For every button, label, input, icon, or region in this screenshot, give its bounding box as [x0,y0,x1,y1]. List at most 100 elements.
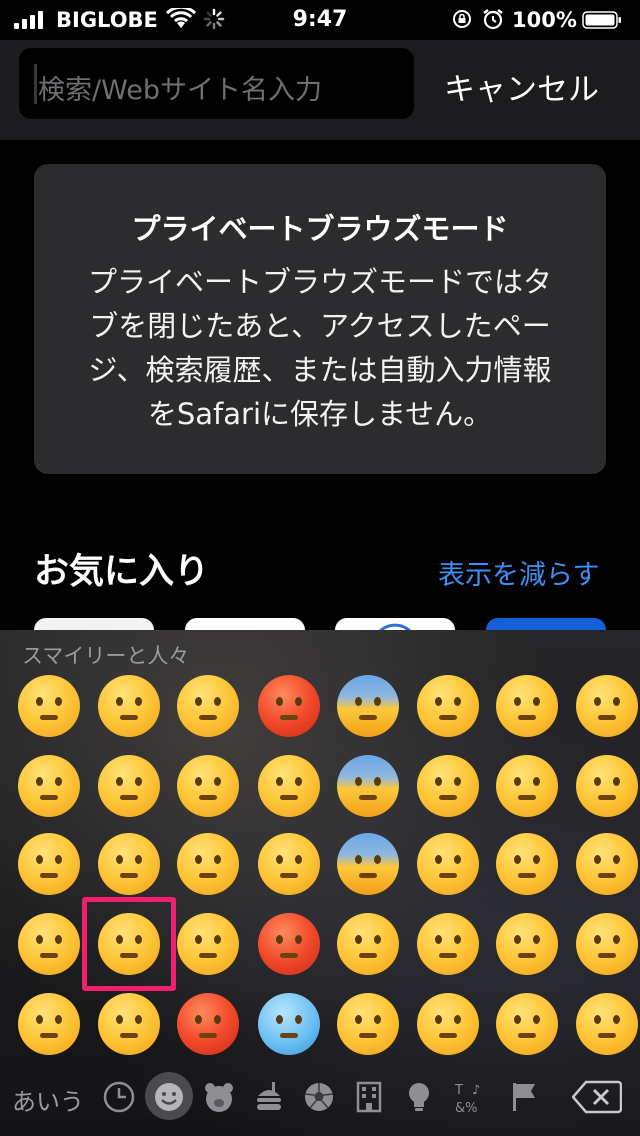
emoji-eye [355,935,362,944]
symbols-icon[interactable]: T ♪ &% [452,1078,490,1116]
emoji-eye [613,777,620,786]
confounded-face-emoji[interactable] [98,675,160,737]
worried-face-emoji[interactable] [18,755,80,817]
battery-percentage: 100% [512,8,577,32]
emoji-eye [36,1015,43,1024]
emoji-eye [295,935,302,944]
anguished-face-emoji[interactable] [576,833,638,895]
private-browsing-description: プライベートブラウズモードではタブを閉じたあと、アクセスしたページ、検索履歴、ま… [87,265,552,431]
hand-over-mouth-face-emoji[interactable] [417,833,479,895]
lying-face-emoji[interactable] [417,993,479,1055]
persevering-face-emoji[interactable] [98,755,160,817]
emoji-eye [355,697,362,706]
frowning-open-mouth-face-emoji[interactable] [576,755,638,817]
emoji-mouth [199,1033,217,1038]
hushed-face-emoji[interactable] [576,675,638,737]
bulb-icon[interactable] [400,1078,438,1116]
clock-icon[interactable] [100,1078,138,1116]
open-mouth-face-emoji[interactable] [576,913,638,975]
crying-face-emoji[interactable] [177,675,239,737]
emoji-eye [55,935,62,944]
flushed-face-emoji[interactable] [258,833,320,895]
emoji-eye [594,935,601,944]
emoji-mouth [518,1033,536,1038]
status-bar: BIGLOBE 9:47 100% [0,0,640,40]
emoji-eye [116,777,123,786]
cancel-button[interactable]: キャンセル [444,64,599,109]
cold-face-emoji[interactable] [258,993,320,1055]
emoji-eye [214,1015,221,1024]
grimacing-face-emoji[interactable] [496,913,558,975]
emoji-mouth [518,953,536,958]
emoji-eye [613,855,620,864]
delete-icon[interactable] [572,1080,622,1114]
exploding-head-emoji[interactable] [258,755,320,817]
emoji-eye [55,1015,62,1024]
emoji-eye [295,697,302,706]
cursing-face-emoji[interactable] [258,675,320,737]
hugging-face-emoji[interactable] [417,675,479,737]
hot-face-emoji[interactable] [258,913,320,975]
emoji-eye [135,1015,142,1024]
neutral-face-emoji[interactable] [496,755,558,817]
emoji-eye [374,777,381,786]
emoji-mouth [359,1033,377,1038]
ball-icon[interactable] [300,1078,338,1116]
loudly-crying-face-emoji[interactable] [177,755,239,817]
sad-relieved-face-emoji[interactable] [337,913,399,975]
emoji-eye [276,777,283,786]
no-mouth-face-emoji[interactable] [496,675,558,737]
emoji-mouth [359,795,377,800]
emoji-mouth [439,795,457,800]
tired-face-emoji[interactable] [98,833,160,895]
emoji-eye [36,855,43,864]
orientation-lock-icon [453,10,471,28]
language-key[interactable]: あいう [12,1082,84,1117]
shushing-face-emoji[interactable] [417,913,479,975]
emoji-eye [276,697,283,706]
text-cursor [34,64,37,104]
downcast-sweat-face-emoji[interactable] [337,993,399,1055]
emoji-eye [613,697,620,706]
emoji-eye [374,697,381,706]
svg-text:&%: &% [455,1101,478,1116]
pensive-face-emoji[interactable] [18,675,80,737]
screaming-face-emoji[interactable] [337,675,399,737]
emoji-mouth [280,715,298,720]
emoji-eye [355,855,362,864]
building-icon[interactable] [350,1078,388,1116]
show-less-link[interactable]: 表示を減らす [438,553,599,592]
steam-nose-face-emoji[interactable] [177,833,239,895]
emoji-mouth [439,1033,457,1038]
expressionless-face-emoji[interactable] [496,833,558,895]
bear-icon[interactable] [200,1078,238,1116]
emoji-mouth [359,873,377,878]
rolling-eyes-face-emoji[interactable] [496,993,558,1055]
flag-icon[interactable] [505,1078,543,1116]
smiley-icon[interactable] [150,1078,188,1116]
fearful-face-emoji[interactable] [337,755,399,817]
emoji-eye [374,855,381,864]
thinking-face-emoji[interactable] [417,755,479,817]
emoji-eye [454,1015,461,1024]
emoji-eye [594,855,601,864]
pouting-face-emoji[interactable] [177,993,239,1055]
frowning-face-emoji[interactable] [18,993,80,1055]
anxious-sweat-face-emoji[interactable] [337,833,399,895]
emoji-eye [514,697,521,706]
food-icon[interactable] [250,1078,288,1116]
emoji-eye [533,697,540,706]
pleading-face-emoji[interactable] [98,993,160,1055]
confused-face-emoji[interactable] [18,833,80,895]
emoji-mouth [280,953,298,958]
emoji-eye [454,935,461,944]
emoji-mouth [40,715,58,720]
emoji-eye [435,935,442,944]
slightly-frowning-face-emoji[interactable] [18,913,80,975]
emoji-eye [135,855,142,864]
astonished-face-emoji[interactable] [576,993,638,1055]
angry-face-emoji[interactable] [177,913,239,975]
emoji-eye [135,697,142,706]
emoji-eye [36,777,43,786]
emoji-eye [514,777,521,786]
